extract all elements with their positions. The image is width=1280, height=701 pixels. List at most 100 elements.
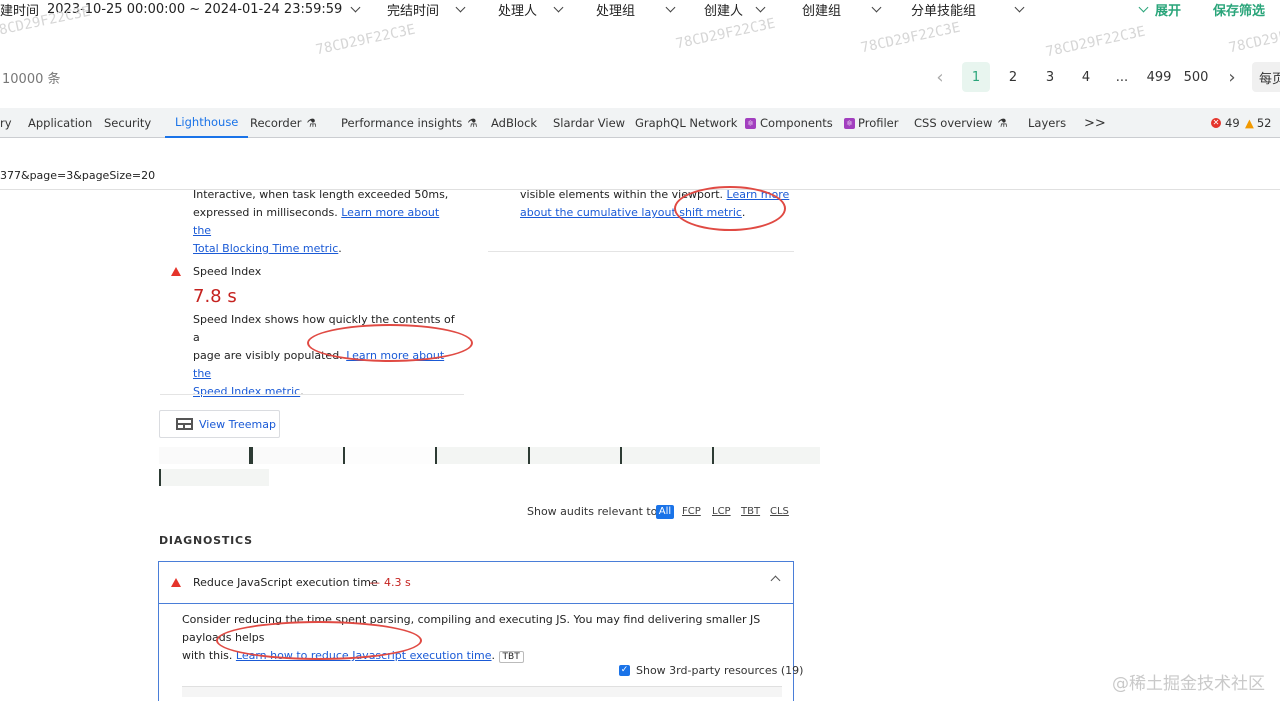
view-treemap-label: View Treemap [199,417,276,431]
chevron-down-icon [755,2,766,12]
filmstrip-frame [712,447,820,464]
tbt-text: expressed in milliseconds. [193,206,338,219]
tab-application[interactable]: Application [28,108,92,138]
annotation-ellipse [216,621,422,660]
tbt-learn-more-link[interactable]: Total Blocking Time metric [193,242,338,255]
page-3[interactable]: 3 [1039,62,1061,92]
react-icon: ⚛ [745,117,756,129]
filmstrip-frame [159,469,269,486]
next-page-icon[interactable]: › [1222,62,1242,92]
more-tabs-icon[interactable]: >> [1084,108,1106,138]
tab-recorder[interactable]: Recorder ⚗ [250,108,317,138]
divider [488,251,794,252]
page-ellipsis[interactable]: ... [1111,62,1133,92]
creator-group-filter[interactable]: 创建组 [802,0,882,19]
watermark: 78CD29F22C3E [859,19,962,57]
speed-index-title: Speed Index [193,265,262,278]
watermark: 78CD29F22C3E [1044,23,1147,61]
warning-count-value: 52 [1256,116,1272,130]
filmstrip-frame [620,447,712,464]
speed-index-value: 7.8 s [193,286,237,307]
expand-label: 展开 [1155,3,1182,19]
flask-icon: ⚗ [306,116,317,130]
skill-group-filter[interactable]: 分单技能组 [911,0,1025,19]
tab-css-overview-label: CSS overview [914,116,993,130]
tab-layers[interactable]: Layers [1028,108,1066,138]
third-party-checkbox[interactable]: ✓ [619,665,630,676]
tab-adblock[interactable]: AdBlock [491,108,537,138]
tab-graphql-network[interactable]: GraphQL Network [635,108,737,138]
creator-group-label: 创建组 [802,3,842,19]
creator-filter[interactable]: 创建人 [704,0,766,19]
audit-filter-fcp[interactable]: FCP [682,506,701,520]
diagnostics-heading: DIAGNOSTICS [159,534,253,547]
view-treemap-button[interactable]: View Treemap [159,410,280,438]
chevron-down-icon [871,2,882,12]
filmstrip-frame [528,447,620,464]
audit-filter-label: Show audits relevant to: [527,505,662,518]
create-time-value: 2023-10-25 00:00:00 ~ 2024-01-24 23:59:5… [47,1,343,17]
filmstrip-frame [435,447,528,464]
tab-components-label: Components [760,116,833,130]
chevron-down-icon [1014,2,1025,12]
page-500[interactable]: 500 [1181,62,1211,92]
tab-performance-insights-label: Performance insights [341,116,463,130]
report-url: 377&page=3&pageSize=20 [0,169,156,182]
chevron-down-icon [553,2,564,12]
chevron-down-icon [1138,2,1149,12]
skill-group-label: 分单技能组 [911,3,977,19]
third-party-label: Show 3rd-party resources (19) [636,664,804,677]
page-2[interactable]: 2 [1002,62,1024,92]
tab-recorder-label: Recorder [250,116,302,130]
diagnostic-value: 4.3 s [384,576,411,589]
save-filter-button[interactable]: 保存筛选 [1213,0,1265,19]
fail-triangle-icon [171,578,181,587]
handler-group-filter[interactable]: 处理组 [596,0,676,19]
finish-time-label: 完结时间 [387,3,440,19]
total-count: 10000 条 [2,71,61,87]
handler-group-label: 处理组 [596,3,636,19]
tab-security[interactable]: Security [104,108,151,138]
tab-lighthouse[interactable]: Lighthouse [165,108,249,138]
expand-button[interactable]: 展开 [1138,0,1182,19]
annotation-ellipse [307,324,473,362]
fail-triangle-icon [171,267,181,276]
page-499[interactable]: 499 [1144,62,1174,92]
flask-icon: ⚗ [467,116,478,130]
diagnostic-text: with this. [182,649,233,662]
warning-count[interactable]: ▲ 52 [1245,108,1272,138]
diagnostic-separator: — [369,576,380,589]
page-size-select[interactable]: 每页 [1252,62,1280,92]
error-count[interactable]: ✕ 49 [1211,108,1240,138]
devtools-tabbar: ry Application Security Lighthouse Recor… [0,108,1280,138]
watermark: 78CD29F22C3E [314,21,417,59]
audit-filter-lcp[interactable]: LCP [712,506,731,520]
audit-filter-all[interactable]: All [656,505,674,519]
page-1[interactable]: 1 [962,62,990,92]
tab-css-overview[interactable]: CSS overview ⚗ [914,108,1008,138]
tbt-badge: TBT [498,651,524,663]
tab-profiler-label: Profiler [858,116,899,130]
tab-components[interactable]: ⚛ Components [745,108,833,138]
flask-icon: ⚗ [997,116,1008,130]
handler-label: 处理人 [498,3,538,19]
prev-page-icon[interactable]: ‹ [930,62,950,92]
annotation-ellipse [674,186,786,231]
page-4[interactable]: 4 [1075,62,1097,92]
audit-filter-tbt[interactable]: TBT [741,506,760,520]
diagnostic-title: Reduce JavaScript execution time [193,576,378,589]
speed-index-learn-more-link[interactable]: Speed Index metric [193,385,300,398]
site-watermark: @稀土掘金技术社区 [1112,674,1265,694]
audit-filter-cls[interactable]: CLS [770,506,789,520]
tab-memory[interactable]: ry [0,108,12,138]
handler-filter[interactable]: 处理人 [498,0,564,19]
tab-slardar-view[interactable]: Slardar View [553,108,625,138]
tab-profiler[interactable]: ⚛ Profiler [844,108,899,138]
error-count-value: 49 [1225,116,1240,130]
watermark: 78CD29F22C3E [1227,19,1280,57]
filmstrip-frame [251,447,343,464]
tbt-description: Interactive, when task length exceeded 5… [193,188,449,255]
filter-bar: 建时间 2023-10-25 00:00:00 ~ 2024-01-24 23:… [0,0,1280,60]
finish-time-filter[interactable]: 完结时间 [387,0,466,19]
tab-performance-insights[interactable]: Performance insights ⚗ [341,108,478,138]
